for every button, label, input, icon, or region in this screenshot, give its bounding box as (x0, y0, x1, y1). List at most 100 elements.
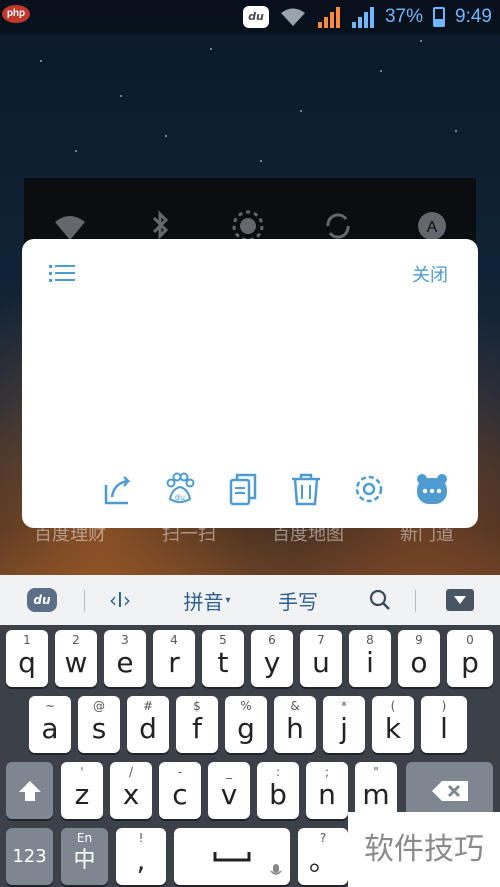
key-main: u (312, 646, 330, 679)
key-sub: 9 (415, 633, 423, 647)
key-sub: 1 (23, 633, 31, 647)
key-j[interactable]: * j (323, 696, 365, 753)
shift-icon (18, 780, 41, 801)
language-key[interactable]: En 中 (61, 828, 108, 885)
battery-fill (435, 19, 444, 25)
chevron-down-icon: ▾ (225, 594, 231, 606)
star (420, 40, 422, 42)
key-f[interactable]: $ f (176, 696, 218, 753)
key-c[interactable]: -c (159, 762, 201, 819)
key-r[interactable]: 4r (153, 630, 195, 687)
pinyin-mode-button[interactable]: 拼音 ▾ (172, 575, 242, 625)
more-icon[interactable] (414, 471, 450, 507)
key-b[interactable]: :b (257, 762, 299, 819)
key-main: y (263, 646, 281, 679)
svg-text:A: A (427, 219, 438, 236)
star (165, 135, 167, 137)
key-main: r (168, 646, 180, 679)
keyboard-toolbar: du ‹I› 拼音 ▾ 手写 (0, 575, 500, 625)
numbers-key[interactable]: 123 (6, 828, 53, 885)
status-icons: du 37% 9:49 (242, 0, 492, 34)
comma-key[interactable]: ! , (116, 828, 166, 885)
key-main: b (269, 778, 287, 811)
key-sub: ! (138, 831, 144, 845)
key-h[interactable]: & h (274, 696, 316, 753)
key-o[interactable]: 9o (398, 630, 440, 687)
svg-text:du: du (175, 493, 185, 502)
key-main: o (410, 646, 428, 679)
key-i[interactable]: 8i (349, 630, 391, 687)
key-x[interactable]: / x (110, 762, 152, 819)
key-sub: 5 (219, 633, 227, 647)
key-main: f (192, 712, 202, 745)
cursor-move-button[interactable]: ‹I› (98, 575, 142, 625)
key-sub: 0 (466, 633, 474, 647)
key-d[interactable]: # d (127, 696, 169, 753)
clock: 9:49 (455, 6, 492, 27)
star (300, 110, 302, 112)
key-sub: % (240, 699, 252, 713)
key-g[interactable]: % g (225, 696, 267, 753)
close-button[interactable]: 关闭 (412, 261, 448, 287)
site-logo: php (2, 5, 30, 23)
handwriting-mode-button[interactable]: 手写 (268, 575, 328, 625)
key-t[interactable]: 5t (202, 630, 244, 687)
search-icon (369, 589, 390, 610)
key-a[interactable]: ~ a (29, 696, 71, 753)
signal-icon-1 (317, 7, 340, 28)
key-main: 。 (308, 844, 337, 877)
key-m[interactable]: " m (355, 762, 397, 819)
key-k[interactable]: (k (372, 696, 414, 753)
key-l[interactable]: ) l (421, 696, 467, 753)
key-sub: $ (193, 699, 201, 713)
hide-keyboard-button[interactable] (440, 575, 480, 625)
share-icon[interactable] (100, 471, 136, 507)
key-z[interactable]: ' z (61, 762, 103, 819)
key-sub: 3 (121, 633, 129, 647)
key-s[interactable]: @ s (78, 696, 120, 753)
list-menu-icon[interactable] (49, 263, 75, 285)
baidu-logo-icon: du (27, 588, 57, 612)
keyboard-search-button[interactable] (362, 575, 398, 625)
backspace-icon (431, 780, 468, 801)
period-key[interactable]: ? 。 (298, 828, 348, 885)
key-e[interactable]: 3e (104, 630, 146, 687)
key-u[interactable]: 7u (300, 630, 342, 687)
key-main: t (217, 646, 229, 679)
microphone-icon (270, 864, 282, 875)
trash-icon[interactable] (288, 471, 324, 507)
key-sub: & (290, 699, 300, 713)
key-sub: 8 (366, 633, 374, 647)
key-main: e (116, 646, 134, 679)
key-main: g (237, 712, 255, 745)
key-n[interactable]: ; n (306, 762, 348, 819)
key-q[interactable]: 1q (6, 630, 48, 687)
key-main: a (41, 712, 59, 745)
shift-key[interactable] (6, 762, 53, 819)
copy-icon[interactable] (225, 471, 261, 507)
backspace-key[interactable] (406, 762, 493, 819)
key-sub: 2 (72, 633, 80, 647)
key-w[interactable]: 2w (55, 630, 97, 687)
key-sub: 7 (317, 633, 325, 647)
star (455, 130, 457, 132)
space-icon (213, 851, 251, 861)
key-main: s (91, 712, 107, 745)
key-sub: ; (324, 765, 330, 779)
key-sub: ? (319, 831, 327, 845)
key-p[interactable]: 0p (447, 630, 493, 687)
baidu-paw-icon[interactable]: du (162, 471, 198, 507)
key-sub: ' (80, 765, 84, 779)
keyboard-logo-button[interactable]: du (22, 575, 62, 625)
key-main: q (18, 646, 36, 679)
key-v[interactable]: _ v (208, 762, 250, 819)
space-key[interactable] (174, 828, 290, 885)
battery-icon (433, 7, 446, 27)
settings-icon[interactable] (351, 471, 387, 507)
clipboard-panel: 关闭 du (22, 239, 478, 528)
key-main: w (64, 646, 88, 679)
key-y[interactable]: 6y (251, 630, 293, 687)
key-sub: # (142, 699, 154, 713)
star (260, 160, 262, 162)
key-main: l (440, 712, 448, 745)
